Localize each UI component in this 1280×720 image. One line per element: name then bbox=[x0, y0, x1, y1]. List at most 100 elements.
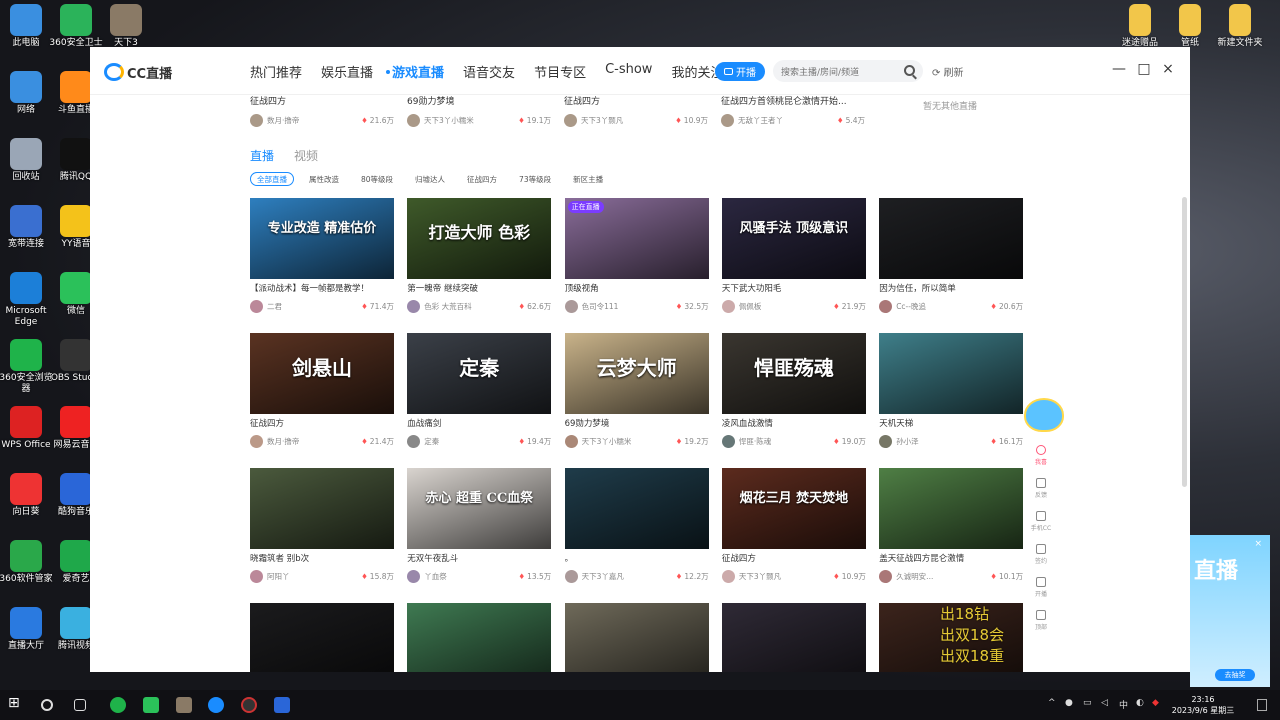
windows-start-icon[interactable]: ⊞ bbox=[8, 695, 24, 711]
stream-card[interactable]: 云梦大师 69勋力梦境天下3丫小糯米 19.2万 bbox=[564, 333, 709, 448]
stream-card[interactable]: 打造大师 色彩第一魄帝 继续突破色彩 大荒百科 62.6万 bbox=[407, 198, 552, 313]
tray-network-icon[interactable]: ▭ bbox=[1083, 698, 1092, 708]
stream-card[interactable]: 风骚手法 顶级意识天下武大功阳毛佩佩板 21.9万 bbox=[721, 198, 866, 313]
desktop-icon-right-2[interactable]: 新建文件夹 bbox=[1212, 4, 1268, 49]
desktop-icon-5[interactable]: 回收站 bbox=[0, 138, 54, 183]
filter-chip-6[interactable]: 新区主播 bbox=[566, 172, 610, 186]
prev-row-item[interactable]: 征战四方数月·撸帝 21.6万 bbox=[250, 95, 394, 127]
stream-card[interactable]: 。天下3丫嘉凡 12.2万 bbox=[564, 468, 709, 583]
stream-thumbnail[interactable] bbox=[879, 468, 1024, 549]
float-tool-1[interactable]: 反馈 bbox=[1030, 478, 1052, 499]
stream-card[interactable] bbox=[721, 603, 866, 672]
close-button[interactable]: × bbox=[1161, 61, 1175, 77]
stream-card[interactable]: 天机天梯孙小泽 16.1万 bbox=[879, 333, 1024, 448]
stream-thumbnail[interactable]: 打造大师 色彩 bbox=[407, 198, 552, 279]
tab-1[interactable]: 视频 bbox=[294, 147, 318, 164]
stream-thumbnail[interactable]: 专业改造 精准估价 bbox=[250, 198, 394, 279]
stream-thumbnail[interactable]: 赤心 超重 CC血祭 bbox=[407, 468, 552, 549]
desktop-icon-11[interactable]: 360安全浏览器 bbox=[0, 339, 54, 395]
filter-chip-1[interactable]: 属性改造 bbox=[302, 172, 346, 186]
float-tool-5[interactable]: 顶部 bbox=[1030, 610, 1052, 631]
tray-app-icon[interactable]: ◆ bbox=[1152, 698, 1159, 708]
desktop-icon-right-1[interactable]: 管纸 bbox=[1162, 4, 1218, 49]
filter-chip-5[interactable]: 73等级段 bbox=[512, 172, 558, 186]
maximize-button[interactable]: □ bbox=[1137, 61, 1151, 77]
stream-thumbnail[interactable]: 正在直播 bbox=[564, 198, 709, 279]
stream-thumbnail[interactable]: 云梦大师 bbox=[564, 333, 709, 414]
stream-card[interactable]: 晓霜筑者 别b次阿阳丫 15.8万 bbox=[250, 468, 394, 583]
close-icon[interactable]: × bbox=[1254, 539, 1262, 549]
desktop-icon-0[interactable]: 此电脑 bbox=[0, 4, 54, 49]
clock[interactable]: 23:16 2023/9/6 星期三 bbox=[1168, 694, 1238, 716]
desktop-icon-1[interactable]: 360安全卫士 bbox=[48, 4, 104, 49]
stream-card[interactable]: 悍匪殇魂凌风血战激情悍匪·陈魂 19.0万 bbox=[721, 333, 866, 448]
desktop-icon-15[interactable]: 向日葵 bbox=[0, 473, 54, 518]
filter-chip-3[interactable]: 归墟达人 bbox=[408, 172, 452, 186]
stream-thumbnail[interactable] bbox=[250, 603, 394, 672]
desktop-icon-9[interactable]: Microsoft Edge bbox=[0, 272, 54, 328]
desktop-icon-7[interactable]: 宽带连接 bbox=[0, 205, 54, 250]
nav-item-3[interactable]: 语音交友 bbox=[463, 62, 515, 81]
stream-thumbnail[interactable] bbox=[564, 603, 709, 672]
stream-thumbnail[interactable] bbox=[879, 198, 1024, 279]
popup-button[interactable]: 去抽奖 bbox=[1215, 669, 1255, 681]
cc-logo[interactable]: CC直播 bbox=[104, 61, 172, 83]
tray-mic-icon[interactable]: ● bbox=[1065, 698, 1073, 708]
prev-row-item[interactable]: 暂无其他直播 bbox=[878, 95, 1022, 114]
stream-thumbnail[interactable]: 剑悬山 bbox=[250, 333, 394, 414]
nav-item-2[interactable]: 游戏直播 bbox=[386, 62, 444, 81]
desktop-icon-3[interactable]: 网络 bbox=[0, 71, 54, 116]
promo-popup[interactable]: × 直播 去抽奖 bbox=[1190, 535, 1270, 687]
notification-icon[interactable] bbox=[1257, 699, 1267, 711]
tab-0[interactable]: 直播 bbox=[250, 147, 274, 164]
nav-item-1[interactable]: 娱乐直播 bbox=[321, 62, 373, 81]
prev-row-item[interactable]: 征战四方首领桃昆仑激情开始... 无敌丫王者丫 5.4万 bbox=[721, 95, 865, 127]
search-icon[interactable] bbox=[904, 65, 915, 76]
filter-chip-2[interactable]: 80等级段 bbox=[354, 172, 400, 186]
prev-row-item[interactable]: 征战四方天下3丫颢凡 10.9万 bbox=[564, 95, 708, 127]
minimize-button[interactable]: — bbox=[1112, 61, 1126, 77]
task-view-icon[interactable] bbox=[74, 699, 86, 711]
obs-icon[interactable] bbox=[241, 697, 257, 713]
wechat-icon[interactable] bbox=[143, 697, 159, 713]
float-tool-2[interactable]: 手机CC bbox=[1030, 511, 1052, 532]
nav-item-0[interactable]: 热门推荐 bbox=[250, 62, 302, 81]
stream-card[interactable] bbox=[250, 603, 394, 672]
tianxia3-icon[interactable] bbox=[176, 697, 192, 713]
stream-thumbnail[interactable] bbox=[879, 333, 1024, 414]
filter-chip-4[interactable]: 征战四方 bbox=[460, 172, 504, 186]
search-icon[interactable] bbox=[41, 699, 53, 711]
stream-thumbnail[interactable]: 烟花三月 焚天焚地 bbox=[721, 468, 866, 549]
stream-card[interactable] bbox=[407, 603, 552, 672]
tray-ime-mode[interactable]: 中 bbox=[1119, 698, 1128, 711]
stream-card[interactable]: 烟花三月 焚天焚地征战四方天下3丫颢凡 10.9万 bbox=[721, 468, 866, 583]
tray-moon-icon[interactable]: ◐ bbox=[1136, 698, 1144, 708]
cc-live-icon[interactable] bbox=[208, 697, 224, 713]
stream-thumbnail[interactable] bbox=[564, 468, 709, 549]
filter-chip-0[interactable]: 全部直播 bbox=[250, 172, 294, 186]
nav-item-5[interactable]: C-show bbox=[605, 62, 652, 81]
360-icon[interactable] bbox=[110, 697, 126, 713]
stream-thumbnail[interactable]: 悍匪殇魂 bbox=[721, 333, 866, 414]
stream-card[interactable]: 赤心 超重 CC血祭无双午夜乱斗丫血祭 13.5万 bbox=[407, 468, 552, 583]
kugou-icon[interactable] bbox=[274, 697, 290, 713]
stream-card[interactable]: 专业改造 精准估价【派动战术】每一帧都是教学！ 二君 71.4万 bbox=[250, 198, 394, 313]
search-input[interactable] bbox=[773, 62, 893, 84]
float-tool-4[interactable]: 开播 bbox=[1030, 577, 1052, 598]
stream-thumbnail[interactable]: 风骚手法 顶级意识 bbox=[721, 198, 866, 279]
open-live-button[interactable]: 开播 bbox=[715, 62, 765, 81]
refresh-button[interactable]: ⟳ 刷新 bbox=[932, 64, 964, 79]
desktop-icon-13[interactable]: WPS Office bbox=[0, 406, 54, 451]
scrollbar[interactable] bbox=[1182, 197, 1187, 487]
prev-row-item[interactable]: 69勋力梦境天下3丫小糯米 19.1万 bbox=[407, 95, 551, 127]
desktop-icon-17[interactable]: 360软件管家 bbox=[0, 540, 54, 585]
stream-card[interactable]: 盖天征战四方昆仑激情久诚明安... 10.1万 bbox=[879, 468, 1024, 583]
stream-card[interactable]: 正在直播顶级视角色司令111 32.5万 bbox=[564, 198, 709, 313]
desktop-icon-2[interactable]: 天下3 bbox=[98, 4, 154, 49]
tray-arrow-icon[interactable]: ^ bbox=[1048, 698, 1056, 708]
stream-thumbnail[interactable] bbox=[250, 468, 394, 549]
float-tool-3[interactable]: 签约 bbox=[1030, 544, 1052, 565]
tray-volume-icon[interactable]: ◁ bbox=[1101, 698, 1108, 708]
desktop-icon-19[interactable]: 直播大厅 bbox=[0, 607, 54, 652]
stream-card[interactable]: 定秦血战痛剑定秦19.4万 bbox=[407, 333, 552, 448]
